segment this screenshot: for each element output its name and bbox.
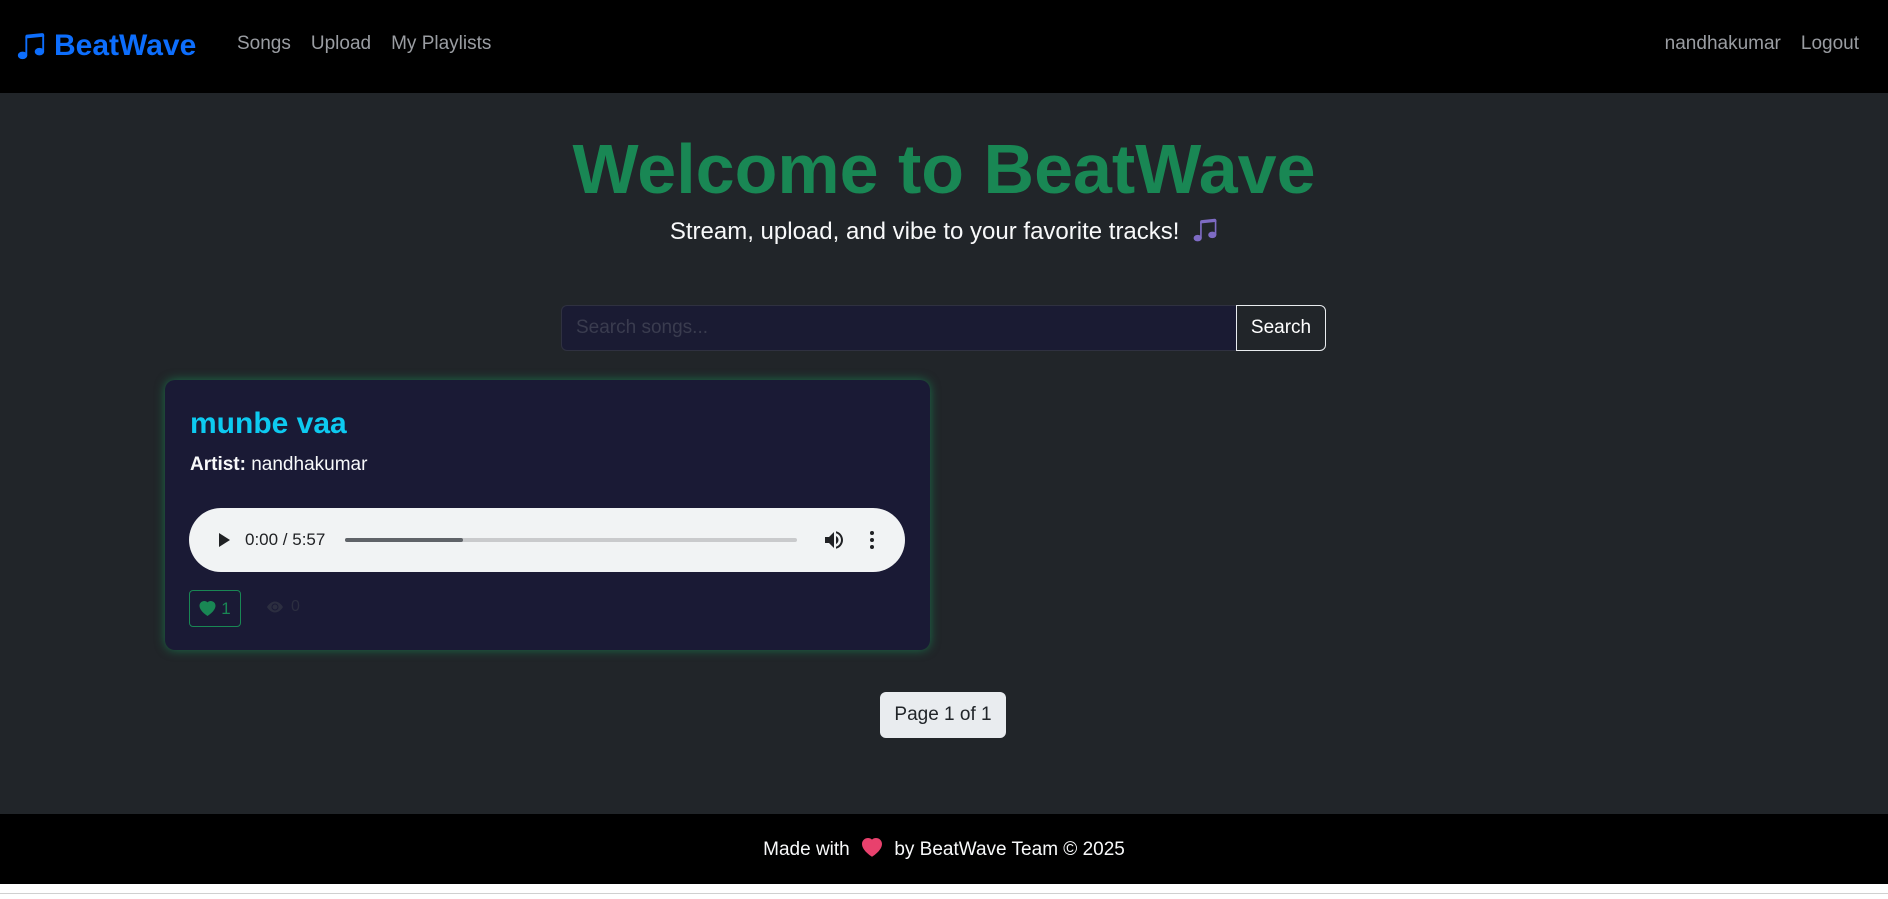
nav-username[interactable]: nandhakumar (1665, 33, 1781, 55)
view-count-value: 0 (291, 598, 300, 615)
nav-link-songs[interactable]: Songs (237, 33, 291, 55)
hero-title: Welcome to BeatWave (572, 130, 1316, 208)
nav-link-my-playlists[interactable]: My Playlists (391, 33, 491, 55)
view-count: 0 (265, 598, 300, 616)
song-card: munbe vaa Artist: nandhakumar 0:00 / 5:5… (165, 380, 930, 650)
artist-name: nandhakumar (251, 454, 368, 475)
search-input[interactable] (561, 305, 1236, 351)
brand-link[interactable]: BeatWave (16, 26, 196, 66)
nav-user-area: nandhakumar Logout (1665, 33, 1859, 55)
volume-icon[interactable] (822, 528, 846, 552)
main-content: Welcome to BeatWave Stream, upload, and … (0, 93, 1888, 814)
hero-subtitle-text: Stream, upload, and vibe to your favorit… (669, 218, 1180, 245)
like-button[interactable]: 1 (189, 590, 241, 627)
search-form: Search (561, 305, 1326, 351)
song-title: munbe vaa (190, 407, 347, 440)
footer: Made with by BeatWave Team © 2025 (0, 814, 1888, 884)
search-button[interactable]: Search (1236, 305, 1326, 351)
nav-link-upload[interactable]: Upload (311, 33, 371, 55)
eye-icon (267, 601, 283, 613)
audio-time: 0:00 / 5:57 (245, 530, 326, 549)
footer-prefix: Made with (763, 839, 850, 860)
viewport: BeatWave Songs Upload My Playlists nandh… (0, 0, 1888, 899)
heart-icon (199, 600, 216, 616)
audio-seek-bar[interactable] (345, 538, 797, 542)
divider (0, 893, 1888, 894)
audio-player: 0:00 / 5:57 (189, 508, 905, 572)
window-bottom-edge (0, 884, 1888, 899)
more-options-icon[interactable] (860, 528, 884, 552)
play-icon[interactable] (211, 528, 235, 552)
hero-subtitle: Stream, upload, and vibe to your favorit… (0, 216, 1888, 248)
footer-suffix: by BeatWave Team © 2025 (894, 839, 1125, 860)
pagination-info: Page 1 of 1 (880, 692, 1006, 738)
logout-link[interactable]: Logout (1801, 33, 1859, 55)
heart-icon (862, 838, 883, 857)
music-notes-icon (1193, 218, 1217, 242)
navbar: BeatWave Songs Upload My Playlists nandh… (0, 0, 1888, 93)
like-count: 1 (221, 598, 231, 618)
song-artist: Artist: nandhakumar (190, 453, 367, 477)
footer-text: Made with by BeatWave Team © 2025 (0, 838, 1888, 862)
artist-label: Artist: (190, 454, 246, 475)
brand-name: BeatWave (54, 29, 197, 62)
audio-seek-progress (345, 538, 463, 542)
music-note-icon (17, 33, 45, 60)
nav-links: Songs Upload My Playlists (237, 33, 511, 55)
